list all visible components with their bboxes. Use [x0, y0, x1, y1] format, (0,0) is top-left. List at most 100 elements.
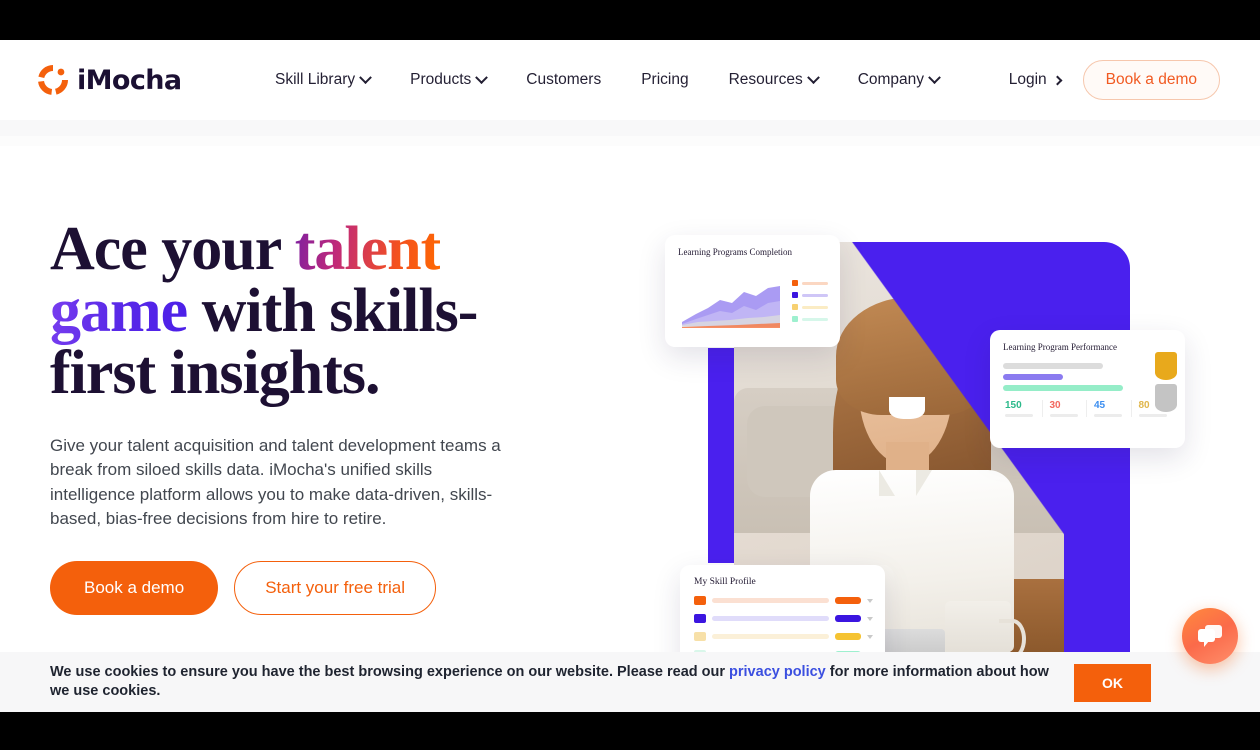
- nav-item-resources[interactable]: Resources: [728, 65, 820, 95]
- nav-label: Skill Library: [275, 71, 356, 88]
- stat-label-placeholder: [1049, 414, 1078, 418]
- screen: iMocha Skill Library Products Customers …: [0, 0, 1260, 750]
- stat-cell: 150: [1003, 400, 1042, 418]
- brand-name: iMocha: [77, 64, 182, 96]
- skill-score-pill: [835, 633, 861, 640]
- legend-item: [792, 280, 828, 287]
- legend-swatch-icon: [792, 316, 798, 323]
- completion-area-chart: [678, 270, 786, 330]
- caret-icon: [867, 634, 873, 639]
- performance-bar: [1003, 374, 1064, 381]
- header-divider-band-soft: [0, 136, 1260, 146]
- nav-item-skill-library[interactable]: Skill Library: [275, 65, 372, 95]
- chevron-down-icon: [475, 70, 489, 84]
- card-learning-programs-completion[interactable]: Learning Programs Completion: [665, 235, 840, 347]
- card-learning-program-performance[interactable]: Learning Program Performance 150 30 45 8…: [990, 330, 1185, 448]
- photo-collar-right: [915, 469, 932, 496]
- header-book-demo-button[interactable]: Book a demo: [1082, 60, 1220, 100]
- completion-legend: [786, 270, 828, 332]
- main-nav: Skill Library Products Customers Pricing…: [275, 65, 941, 95]
- brand-logo[interactable]: iMocha: [38, 65, 182, 96]
- skill-color-chip-icon: [694, 614, 706, 623]
- cookie-accept-button[interactable]: OK: [1074, 664, 1151, 702]
- area-chart-svg: [682, 286, 780, 329]
- hero-copy: Ace your talent game with skills-first i…: [50, 218, 550, 616]
- stat-label-placeholder: [1094, 414, 1123, 418]
- nav-label: Resources: [728, 71, 803, 88]
- headline-game: game: [50, 277, 188, 345]
- card-body: [678, 270, 828, 332]
- nav-item-customers[interactable]: Customers: [526, 65, 601, 95]
- skill-row: [694, 596, 873, 605]
- legend-item: [792, 292, 828, 299]
- hero-visual: Learning Programs Completion Learning Pr…: [650, 190, 1210, 712]
- photo-smile: [889, 396, 926, 420]
- stat-value: 45: [1094, 400, 1106, 412]
- legend-swatch-icon: [792, 292, 798, 299]
- caret-icon: [867, 598, 873, 603]
- nav-item-company[interactable]: Company: [857, 65, 941, 95]
- performance-bar: [1003, 385, 1124, 392]
- performance-bars: [1003, 363, 1175, 392]
- legend-label-placeholder: [802, 305, 828, 309]
- shield-badge-icon: [1155, 384, 1177, 412]
- page-title: Ace your talent game with skills-first i…: [50, 218, 550, 404]
- skill-score-pill: [835, 597, 861, 604]
- legend-label-placeholder: [802, 281, 828, 285]
- hero-cta-row: Book a demo Start your free trial: [50, 561, 550, 616]
- skill-bar-placeholder: [712, 616, 829, 621]
- caret-icon: [867, 616, 873, 621]
- card-title: My Skill Profile: [694, 577, 756, 587]
- stat-value: 30: [1049, 400, 1061, 412]
- card-title: Learning Programs Completion: [678, 247, 792, 257]
- skill-row: [694, 632, 873, 641]
- skill-row: [694, 614, 873, 623]
- legend-swatch-icon: [792, 280, 798, 287]
- nav-item-pricing[interactable]: Pricing: [641, 65, 688, 95]
- chat-bubble-icon: [1198, 625, 1222, 647]
- header-actions: Login Book a demo: [1009, 60, 1220, 100]
- hero-subtext: Give your talent acquisition and talent …: [50, 436, 501, 528]
- hero-book-demo-button[interactable]: Book a demo: [50, 561, 219, 616]
- legend-item: [792, 304, 828, 311]
- browser-chrome-top: [0, 0, 1260, 40]
- stat-cell: 30: [1041, 400, 1087, 418]
- page-viewport: iMocha Skill Library Products Customers …: [0, 40, 1260, 712]
- login-label: Login: [1008, 71, 1047, 88]
- card-title: Learning Program Performance: [1003, 342, 1117, 352]
- nav-label: Customers: [526, 71, 602, 88]
- chevron-right-icon: [1052, 75, 1063, 85]
- photo-collar-left: [879, 469, 896, 496]
- legend-label-placeholder: [802, 317, 828, 321]
- skill-color-chip-icon: [694, 596, 706, 605]
- shield-badge-icon: [1155, 352, 1177, 380]
- nav-item-products[interactable]: Products: [410, 65, 489, 95]
- site-header: iMocha Skill Library Products Customers …: [0, 40, 1260, 120]
- cookie-message: We use cookies to ensure you have the be…: [0, 663, 1075, 701]
- header-divider-band: [0, 120, 1260, 136]
- headline-part-1: Ace your: [50, 215, 295, 283]
- nav-label: Company: [857, 71, 925, 88]
- chat-widget-button[interactable]: [1182, 608, 1238, 664]
- stat-cell: 45: [1086, 400, 1131, 418]
- stat-label-placeholder: [1005, 414, 1034, 418]
- nav-label: Products: [410, 71, 472, 88]
- imocha-ring-logo-icon: [38, 65, 68, 95]
- skill-bar-placeholder: [712, 598, 829, 603]
- skill-score-pill: [835, 615, 861, 622]
- privacy-policy-link[interactable]: privacy policy: [729, 664, 826, 680]
- legend-item: [792, 316, 828, 323]
- cookie-text-before: We use cookies to ensure you have the be…: [50, 664, 730, 681]
- performance-bar: [1003, 363, 1103, 370]
- hero-free-trial-button[interactable]: Start your free trial: [234, 561, 437, 616]
- performance-badges: [1155, 352, 1177, 416]
- login-link[interactable]: Login: [1008, 71, 1063, 89]
- chevron-down-icon: [928, 70, 941, 84]
- nav-label: Pricing: [641, 71, 689, 88]
- legend-swatch-icon: [792, 304, 798, 311]
- chevron-down-icon: [359, 70, 372, 84]
- chevron-down-icon: [806, 70, 820, 84]
- skill-bar-placeholder: [712, 634, 829, 639]
- skill-color-chip-icon: [694, 632, 706, 641]
- stat-value: 150: [1005, 400, 1022, 412]
